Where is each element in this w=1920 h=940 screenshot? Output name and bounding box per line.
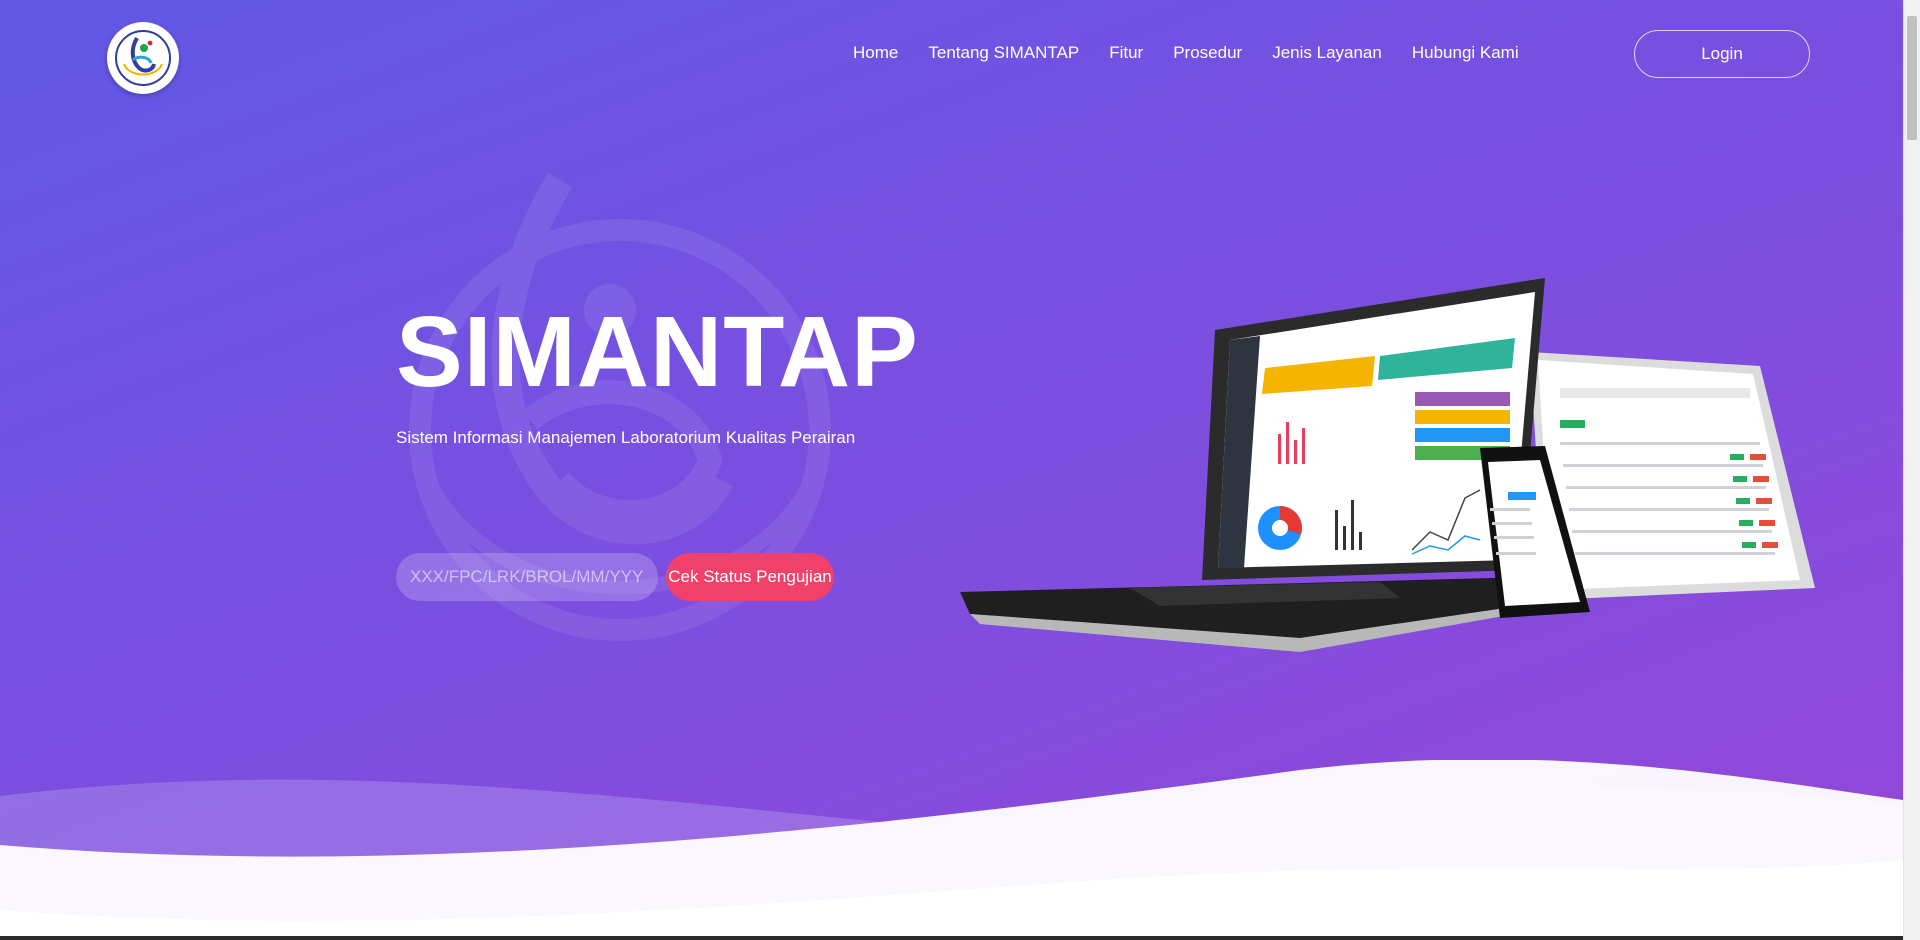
laptop-mockup — [960, 278, 1570, 652]
devices-mockup-illustration — [960, 278, 1815, 652]
hero-subtitle: Sistem Informasi Manajemen Laboratorium … — [396, 428, 856, 447]
login-button[interactable]: Login — [1634, 30, 1810, 78]
nav-prosedur[interactable]: Prosedur — [1173, 43, 1242, 63]
nav-hubungi-kami[interactable]: Hubungi Kami — [1412, 43, 1519, 63]
nav-home[interactable]: Home — [853, 43, 898, 63]
nav-jenis-layanan[interactable]: Jenis Layanan — [1272, 43, 1382, 63]
hero-section: Home Tentang SIMANTAP Fitur Prosedur Jen… — [0, 0, 1903, 940]
check-status-button[interactable]: Cek Status Pengujian — [666, 553, 834, 601]
test-number-input[interactable] — [396, 553, 658, 601]
nav-fitur[interactable]: Fitur — [1109, 43, 1143, 63]
scrollbar[interactable] — [1903, 0, 1920, 940]
hero-title: SIMANTAP — [396, 296, 919, 408]
nav-tentang-simantap[interactable]: Tentang SIMANTAP — [928, 43, 1079, 63]
scrollbar-thumb[interactable] — [1907, 16, 1917, 140]
kkp-logo-icon — [115, 30, 171, 86]
hero-waves — [0, 760, 1903, 940]
logo[interactable] — [107, 22, 179, 94]
bottom-border — [0, 936, 1903, 940]
emblem-watermark-icon — [409, 172, 831, 641]
main-nav: Home Tentang SIMANTAP Fitur Prosedur Jen… — [853, 43, 1519, 63]
